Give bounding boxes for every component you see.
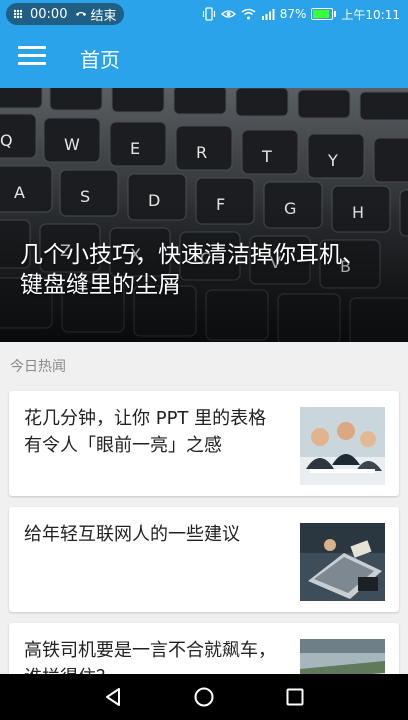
recents-square-icon[interactable] [284,686,306,708]
back-triangle-icon[interactable] [102,686,124,708]
status-bar: 00:00 结束 87% 上午10:11 [0,0,408,28]
news-thumbnail-laptop-desk [300,523,385,601]
menu-icon[interactable] [18,46,46,70]
wifi-icon [241,8,256,20]
battery-percent: 87% [279,7,307,21]
battery-icon [311,8,337,20]
banner-caption: 几个小技巧，快速清洁掉你耳机、键盘缝里的尘屑 [20,242,365,298]
clock: 上午10:11 [341,7,400,22]
news-card[interactable]: 给年轻互联网人的一些建议 [9,507,399,612]
banner-keyboard-image: QWERTY ASDFGH ZXCVB [0,88,408,342]
eye-comfort-icon [220,10,236,18]
system-nav-bar [0,674,408,720]
vibrate-icon [202,7,215,21]
news-title: 花几分钟，让你 PPT 里的表格有令人「眼前一亮」之感 [24,408,267,456]
app-bar: 首页 [0,28,408,88]
status-indicators: 87% 上午10:11 [202,4,400,24]
hang-up-icon [76,12,87,16]
news-card[interactable]: 花几分钟，让你 PPT 里的表格有令人「眼前一亮」之感 [9,391,399,496]
banner-carousel[interactable]: QWERTY ASDFGH ZXCVB 几个小技巧，快速清洁掉你耳机、键盘缝里的… [0,88,408,342]
signal-icon [261,9,275,20]
page-title: 首页 [80,48,120,72]
ongoing-call-pill[interactable]: 00:00 结束 [6,3,124,25]
call-end-label: 结束 [90,8,117,24]
call-timer: 00:00 [30,6,68,22]
news-thumbnail-business-people [300,407,385,485]
home-circle-icon[interactable] [193,686,215,708]
phone-icon [13,9,23,19]
news-title: 给年轻互联网人的一些建议 [24,524,240,545]
section-title: 今日热闻 [10,359,66,375]
